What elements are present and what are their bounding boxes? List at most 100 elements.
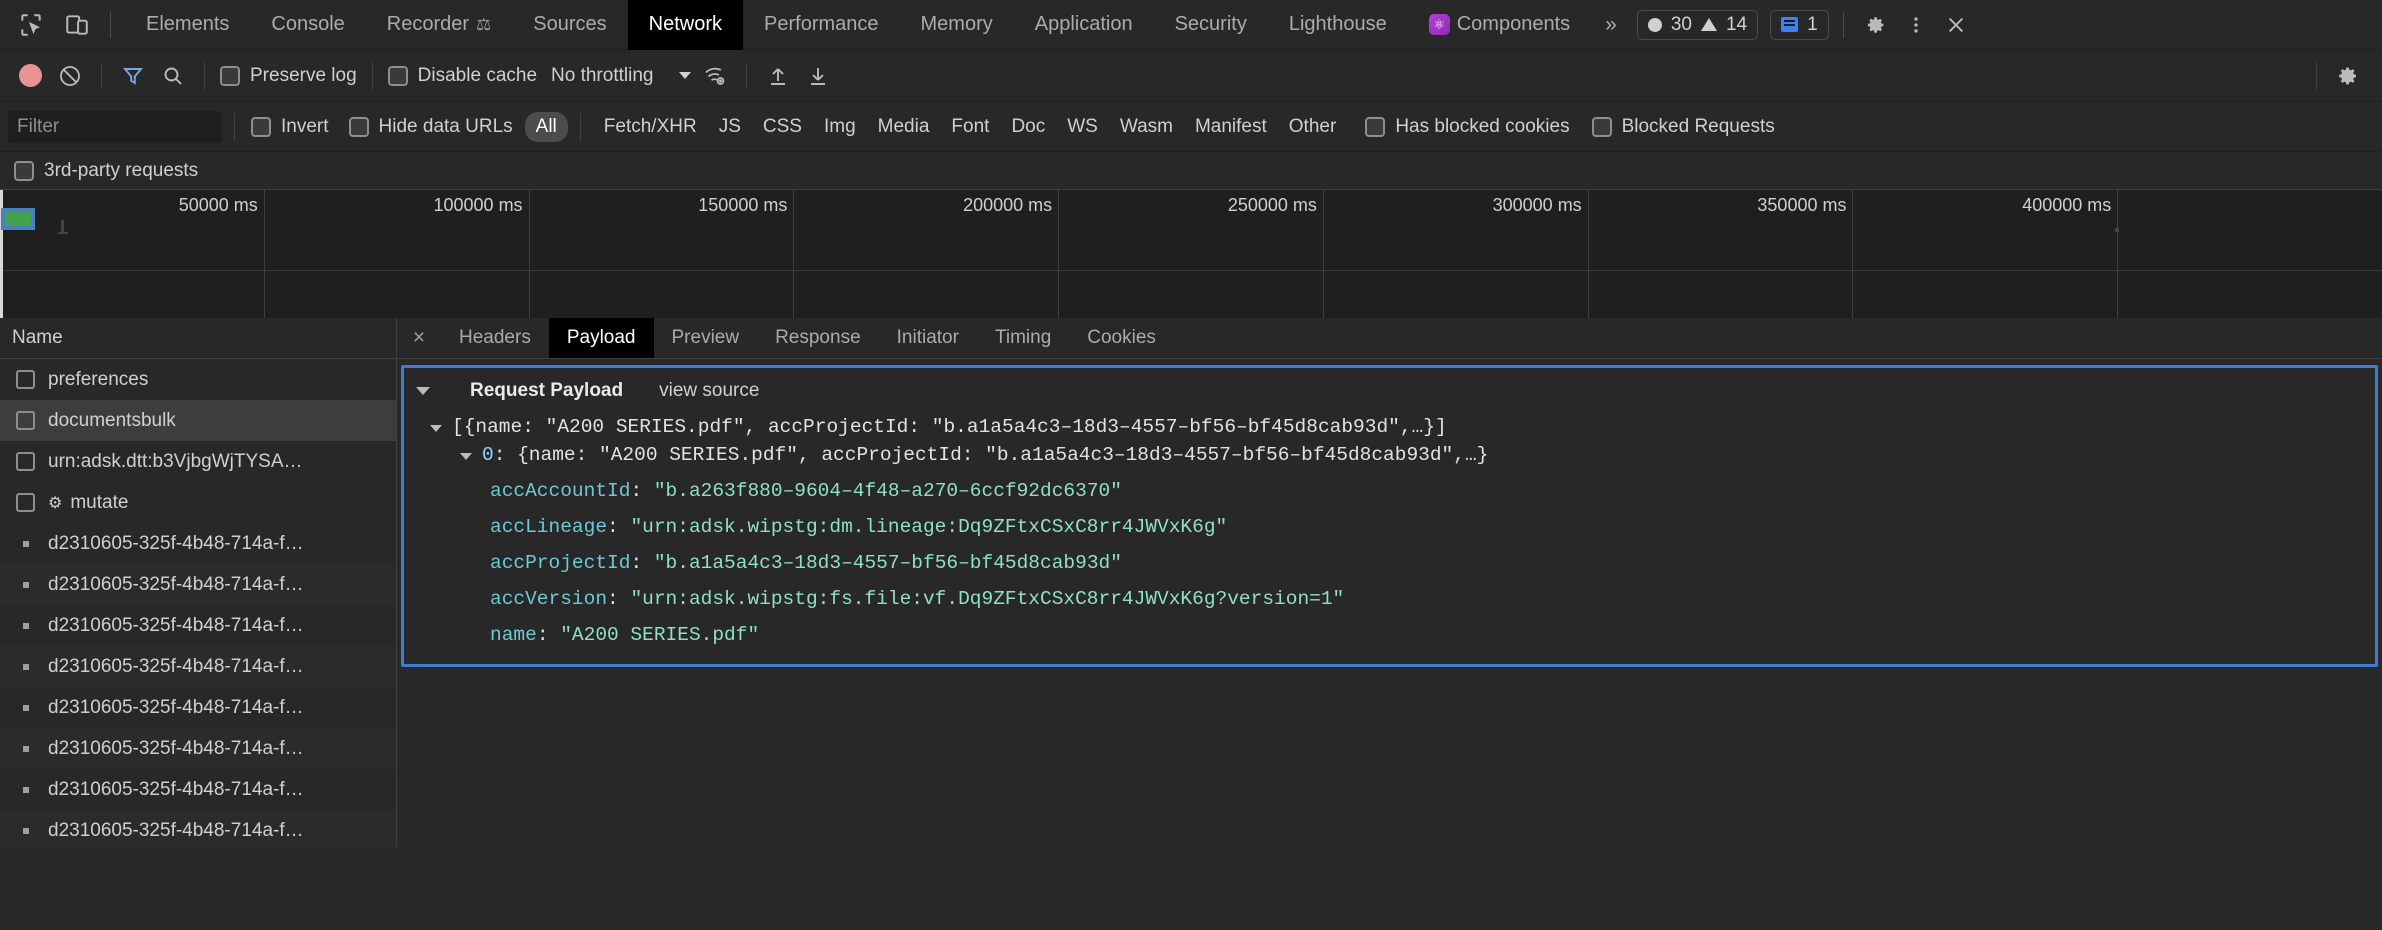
settings-gear-icon[interactable]	[1858, 7, 1894, 43]
tab-initiator[interactable]: Initiator	[879, 318, 977, 358]
record-button[interactable]	[10, 56, 50, 96]
hide-data-urls-checkbox[interactable]: Hide data URLs	[345, 116, 517, 138]
request-row-d2310605-5[interactable]: d2310605-325f-4b48-714a-f…	[0, 687, 396, 728]
type-filter-css[interactable]: CSS	[752, 112, 813, 142]
overview-tick-label: 400000 ms	[2022, 195, 2112, 215]
disclosure-triangle-icon[interactable]	[460, 452, 472, 460]
third-party-requests-checkbox[interactable]: 3rd-party requests	[10, 160, 202, 182]
tab-preview[interactable]: Preview	[654, 318, 758, 358]
network-settings-icon[interactable]	[2328, 56, 2368, 96]
request-checkbox[interactable]	[16, 452, 35, 471]
tab-sources[interactable]: Sources	[512, 0, 627, 50]
request-row-mutate[interactable]: ⚙ mutate	[0, 482, 396, 523]
import-har-icon[interactable]	[758, 56, 798, 96]
tab-lighthouse[interactable]: Lighthouse	[1268, 0, 1408, 50]
more-options-icon[interactable]	[1898, 7, 1934, 43]
request-list-column-header[interactable]: Name	[0, 318, 396, 359]
search-button[interactable]	[153, 56, 193, 96]
type-filter-wasm[interactable]: Wasm	[1109, 112, 1184, 142]
blocked-requests-checkbox[interactable]: Blocked Requests	[1588, 116, 1779, 138]
filter-input[interactable]	[8, 110, 222, 143]
network-timeline-overview[interactable]: 50000 ms 100000 ms 150000 ms 200000 ms 2…	[0, 190, 2382, 318]
request-row-d2310605-2[interactable]: d2310605-325f-4b48-714a-f…	[0, 564, 396, 605]
request-checkbox[interactable]	[16, 493, 35, 512]
tab-response[interactable]: Response	[757, 318, 879, 358]
request-row-d2310605-3[interactable]: d2310605-325f-4b48-714a-f…	[0, 605, 396, 646]
request-row-d2310605-6[interactable]: d2310605-325f-4b48-714a-f…	[0, 728, 396, 769]
throttling-dropdown[interactable]: No throttling	[541, 65, 695, 87]
preserve-log-checkbox[interactable]: Preserve log	[216, 65, 361, 87]
type-filter-img[interactable]: Img	[813, 112, 867, 142]
tab-payload[interactable]: Payload	[548, 318, 654, 358]
request-type-dot-icon	[16, 786, 35, 793]
tab-application[interactable]: Application	[1014, 0, 1154, 50]
tab-label: Lighthouse	[1288, 13, 1387, 35]
tab-security[interactable]: Security	[1154, 0, 1268, 50]
type-filter-media[interactable]: Media	[867, 112, 941, 142]
request-row-d2310605-8[interactable]: d2310605-325f-4b48-714a-f…	[0, 810, 396, 847]
request-name: preferences	[48, 368, 149, 390]
type-filter-doc[interactable]: Doc	[1000, 112, 1056, 142]
disclosure-triangle-icon[interactable]	[430, 424, 442, 432]
clear-button[interactable]	[50, 56, 90, 96]
view-source-link[interactable]: view source	[659, 380, 759, 402]
request-checkbox[interactable]	[16, 411, 35, 430]
request-name: d2310605-325f-4b48-714a-f…	[48, 573, 304, 595]
issue-counters: 30 14 1	[1631, 9, 1829, 40]
payload-property-name[interactable]: name : "A200 SERIES.pdf"	[404, 622, 2375, 650]
request-row-urn-adsk-dtt[interactable]: urn:adsk.dtt:b3VjbgWjTYSA…	[0, 441, 396, 482]
tab-elements[interactable]: Elements	[125, 0, 250, 50]
error-count: 30	[1670, 13, 1692, 35]
tab-performance[interactable]: Performance	[743, 0, 900, 50]
network-conditions-icon[interactable]	[695, 56, 735, 96]
type-filter-font[interactable]: Font	[940, 112, 1000, 142]
tab-timing[interactable]: Timing	[977, 318, 1069, 358]
error-circle-icon	[1647, 17, 1662, 32]
payload-property-accversion[interactable]: accVersion : "urn:adsk.wipstg:fs.file:vf…	[404, 586, 2375, 614]
close-icon[interactable]	[1938, 7, 1974, 43]
payload-property-accaccountid[interactable]: accAccountId : "b.a263f880–9604–4f48–a27…	[404, 478, 2375, 506]
error-warning-counter[interactable]: 30 14	[1636, 9, 1759, 40]
issue-message-icon	[1781, 17, 1799, 32]
export-har-icon[interactable]	[798, 56, 838, 96]
request-row-d2310605-4[interactable]: d2310605-325f-4b48-714a-f…	[0, 646, 396, 687]
type-filter-js[interactable]: JS	[708, 112, 752, 142]
tab-label: Console	[271, 13, 345, 35]
request-row-d2310605-1[interactable]: d2310605-325f-4b48-714a-f…	[0, 523, 396, 564]
request-row-d2310605-7[interactable]: d2310605-325f-4b48-714a-f…	[0, 769, 396, 810]
type-filter-other[interactable]: Other	[1278, 112, 1348, 142]
tab-label: Application	[1034, 13, 1133, 35]
request-checkbox[interactable]	[16, 370, 35, 389]
disclosure-triangle-icon[interactable]	[416, 387, 430, 395]
payload-property-acclineage[interactable]: accLineage : "urn:adsk.wipstg:dm.lineage…	[404, 514, 2375, 542]
inspect-element-icon[interactable]	[16, 10, 46, 40]
tab-components[interactable]: ⚛ Components	[1408, 0, 1591, 50]
payload-root-line[interactable]: [{name: "A200 SERIES.pdf", accProjectId:…	[404, 414, 2375, 442]
close-detail-icon[interactable]: ×	[397, 318, 441, 358]
tab-network[interactable]: Network	[627, 0, 744, 50]
request-row-preferences[interactable]: preferences	[0, 359, 396, 400]
issues-counter[interactable]: 1	[1770, 9, 1829, 40]
request-row-documentsbulk[interactable]: documentsbulk	[0, 400, 396, 441]
overview-window-left-handle[interactable]	[0, 190, 3, 318]
disable-cache-checkbox[interactable]: Disable cache	[384, 65, 541, 87]
request-name: d2310605-325f-4b48-714a-f…	[48, 737, 304, 759]
overview-tick-label: 50000 ms	[178, 195, 258, 215]
more-tabs-icon[interactable]: »	[1591, 13, 1631, 37]
has-blocked-cookies-checkbox[interactable]: Has blocked cookies	[1361, 116, 1573, 138]
filter-toggle-button[interactable]	[113, 56, 153, 96]
invert-checkbox[interactable]: Invert	[247, 116, 333, 138]
type-filter-fetch-xhr[interactable]: Fetch/XHR	[593, 112, 708, 142]
device-toolbar-icon[interactable]	[62, 10, 92, 40]
type-filter-ws[interactable]: WS	[1056, 112, 1109, 142]
type-filter-all[interactable]: All	[524, 111, 568, 142]
tab-memory[interactable]: Memory	[900, 0, 1014, 50]
tab-cookies[interactable]: Cookies	[1069, 318, 1174, 358]
disable-cache-label: Disable cache	[417, 64, 538, 86]
payload-property-accprojectid[interactable]: accProjectId : "b.a1a5a4c3–18d3–4557–bf5…	[404, 550, 2375, 578]
payload-item-line[interactable]: 0 : {name: "A200 SERIES.pdf", accProject…	[404, 442, 2375, 470]
tab-headers[interactable]: Headers	[441, 318, 549, 358]
type-filter-manifest[interactable]: Manifest	[1184, 112, 1278, 142]
tab-console[interactable]: Console	[250, 0, 365, 50]
tab-recorder[interactable]: Recorder ⚖	[366, 0, 513, 50]
